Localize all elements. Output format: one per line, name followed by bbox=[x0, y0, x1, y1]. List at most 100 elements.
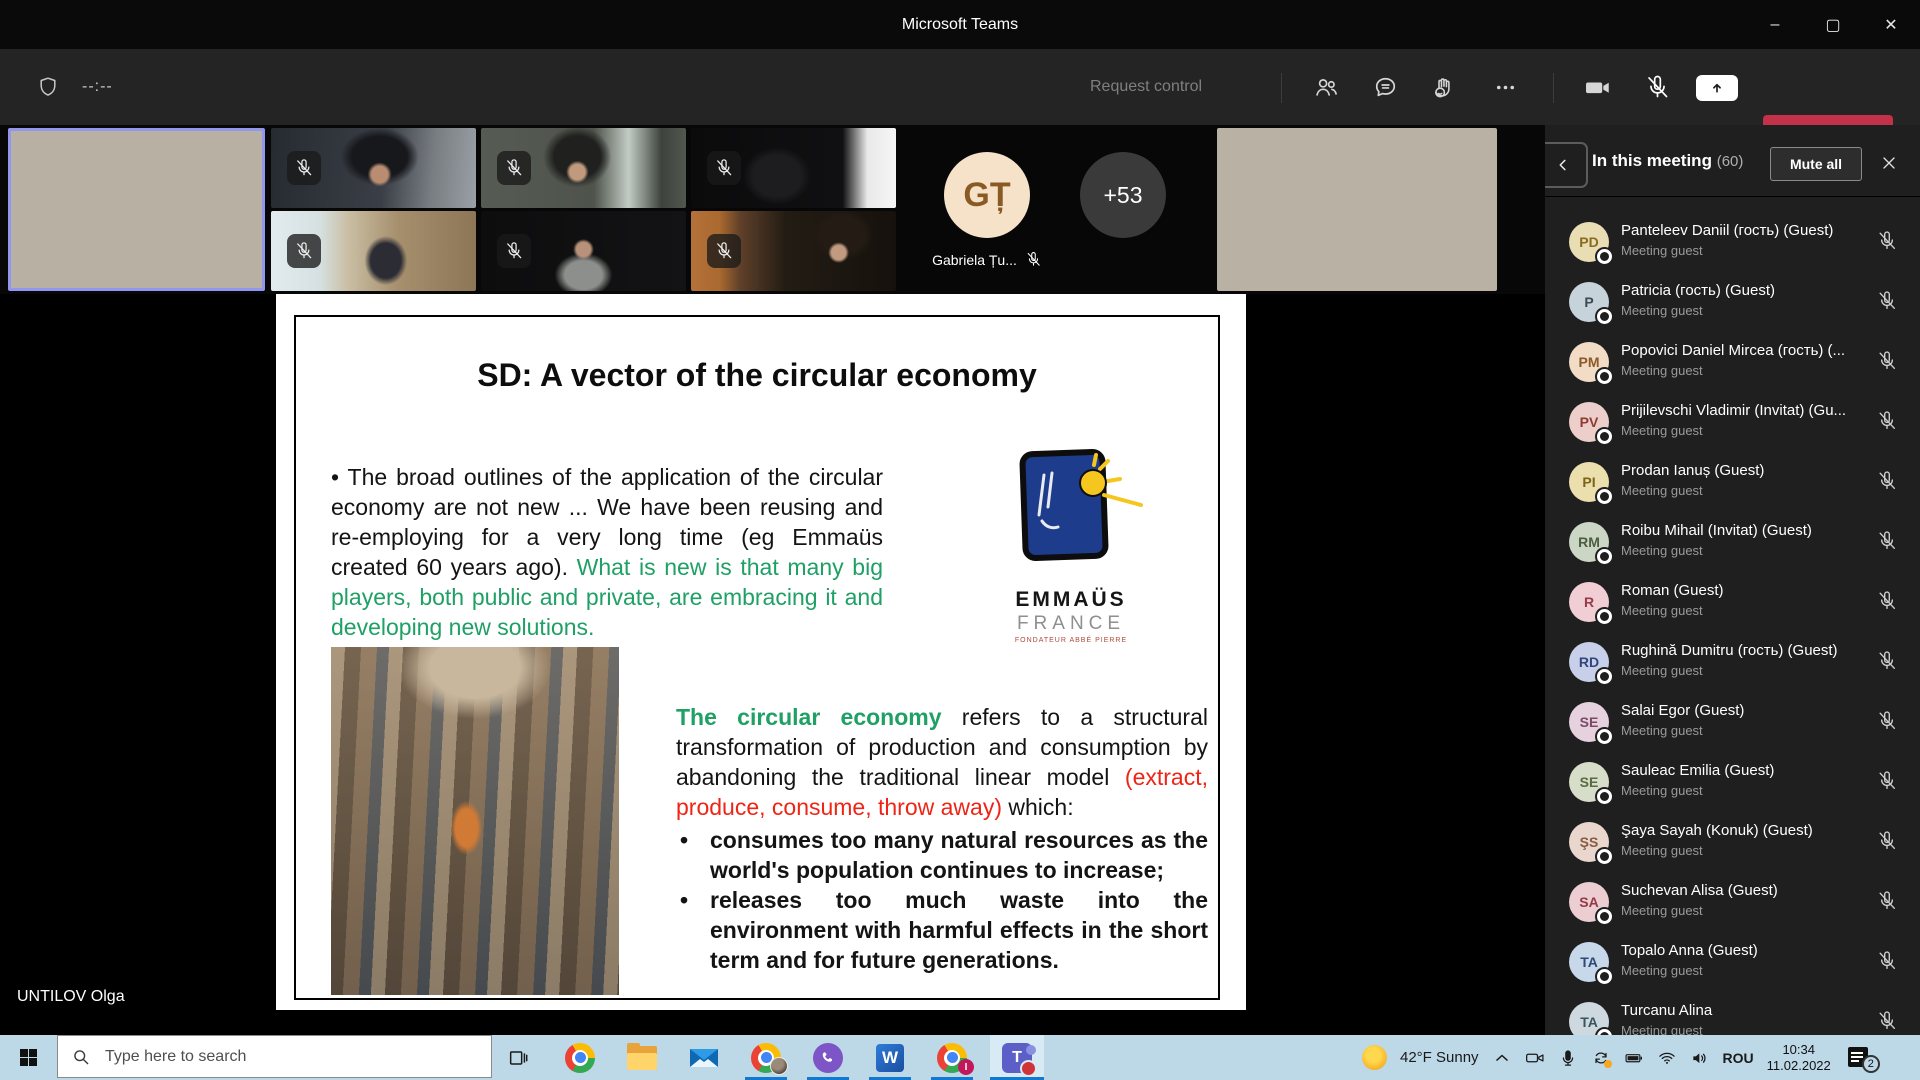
participant-muted-icon[interactable] bbox=[1876, 1010, 1898, 1032]
taskbar-search[interactable] bbox=[57, 1035, 492, 1078]
participant-row[interactable]: PI Prodan Ianuș (Guest) Meeting guest bbox=[1545, 452, 1920, 512]
weather-sun-icon[interactable] bbox=[1362, 1045, 1387, 1070]
participant-row[interactable]: P Patricia (гость) (Guest) Meeting guest bbox=[1545, 272, 1920, 332]
participant-muted-icon[interactable] bbox=[1876, 230, 1898, 252]
video-tile[interactable] bbox=[691, 128, 896, 208]
battery-icon[interactable] bbox=[1624, 1048, 1644, 1068]
tray-mic-icon[interactable] bbox=[1558, 1048, 1578, 1068]
maximize-button[interactable]: ▢ bbox=[1804, 0, 1862, 49]
video-tile[interactable] bbox=[481, 211, 686, 291]
taskbar-chrome-profile-2[interactable]: I bbox=[928, 1035, 976, 1080]
toolbar-divider bbox=[1553, 73, 1554, 103]
participant-row[interactable]: SA Suchevan Alisa (Guest) Meeting guest bbox=[1545, 872, 1920, 932]
overflow-participants-badge[interactable]: +53 bbox=[1080, 152, 1166, 238]
participant-name: Roman (Guest) bbox=[1621, 582, 1871, 599]
participant-role: Meeting guest bbox=[1621, 363, 1703, 378]
participant-muted-icon[interactable] bbox=[1876, 770, 1898, 792]
participant-muted-icon[interactable] bbox=[1876, 410, 1898, 432]
video-tile[interactable] bbox=[271, 211, 476, 291]
participant-role: Meeting guest bbox=[1621, 543, 1703, 558]
show-chat-button[interactable] bbox=[1361, 63, 1409, 111]
presenter-name-label: UNTILOV Olga bbox=[17, 988, 125, 1006]
video-tile[interactable] bbox=[271, 128, 476, 208]
participant-row[interactable]: TA Topalo Anna (Guest) Meeting guest bbox=[1545, 932, 1920, 992]
logo-country: FRANCE bbox=[996, 613, 1146, 635]
participant-row[interactable]: SE Sauleac Emilia (Guest) Meeting guest bbox=[1545, 752, 1920, 812]
action-center-button[interactable]: 2 bbox=[1848, 1047, 1874, 1069]
slide-bullet: releases too much waste into the environ… bbox=[676, 885, 1208, 975]
close-panel-button[interactable] bbox=[1875, 149, 1903, 177]
tray-camera-icon[interactable] bbox=[1525, 1048, 1545, 1068]
taskbar-chrome[interactable] bbox=[556, 1035, 604, 1080]
participant-muted-icon[interactable] bbox=[1876, 530, 1898, 552]
video-tile-active-speaker[interactable] bbox=[8, 128, 265, 291]
slide-text-segment: The circular economy bbox=[676, 704, 942, 730]
participant-muted-icon[interactable] bbox=[1876, 350, 1898, 372]
mic-off-icon bbox=[1644, 74, 1671, 101]
taskbar-viber[interactable] bbox=[804, 1035, 852, 1080]
participant-name: Popovici Daniel Mircea (гость) (... bbox=[1621, 342, 1871, 359]
slide-paragraph-1: • The broad outlines of the application … bbox=[331, 462, 883, 642]
participant-row[interactable]: RD Rughină Dumitru (гость) (Guest) Meeti… bbox=[1545, 632, 1920, 692]
request-control-button[interactable]: Request control bbox=[1090, 49, 1202, 125]
participant-name: Şaya Sayah (Konuk) (Guest) bbox=[1621, 822, 1871, 839]
avatar[interactable]: GȚ bbox=[944, 152, 1030, 238]
participant-muted-icon[interactable] bbox=[1876, 590, 1898, 612]
weather-label[interactable]: 42°F Sunny bbox=[1400, 1049, 1479, 1066]
slide-title: SD: A vector of the circular economy bbox=[296, 357, 1218, 394]
participant-row[interactable]: R Roman (Guest) Meeting guest bbox=[1545, 572, 1920, 632]
presence-indicator bbox=[1597, 309, 1612, 324]
slide-bullet: consumes too many natural resources as t… bbox=[676, 825, 1208, 885]
participant-name: Prijilevschi Vladimir (Invitat) (Gu... bbox=[1621, 402, 1871, 419]
start-button[interactable] bbox=[0, 1035, 57, 1080]
participant-muted-icon[interactable] bbox=[1876, 710, 1898, 732]
avatar: PV bbox=[1569, 402, 1609, 442]
presence-indicator bbox=[1597, 729, 1612, 744]
participant-muted-icon[interactable] bbox=[1876, 470, 1898, 492]
show-hidden-icons-button[interactable] bbox=[1492, 1048, 1512, 1068]
ellipsis-icon bbox=[1492, 74, 1519, 101]
taskbar-file-explorer[interactable] bbox=[618, 1035, 666, 1080]
participant-row[interactable]: RM Roibu Mihail (Invitat) (Guest) Meetin… bbox=[1545, 512, 1920, 572]
tray-sync-icon[interactable] bbox=[1591, 1048, 1611, 1068]
viber-icon bbox=[813, 1043, 843, 1073]
people-icon bbox=[1313, 74, 1340, 101]
video-tile[interactable] bbox=[481, 128, 686, 208]
collapse-panel-button[interactable] bbox=[1545, 142, 1588, 188]
speaker-icon[interactable] bbox=[1690, 1048, 1710, 1068]
chat-icon bbox=[1372, 74, 1399, 101]
taskbar-teams-active[interactable]: T bbox=[990, 1035, 1044, 1080]
task-view-button[interactable] bbox=[494, 1035, 542, 1080]
participant-muted-icon[interactable] bbox=[1876, 890, 1898, 912]
clock[interactable]: 10:34 11.02.2022 bbox=[1767, 1042, 1831, 1074]
search-input[interactable] bbox=[103, 1047, 437, 1067]
video-tile[interactable] bbox=[1217, 128, 1497, 291]
participant-muted-icon[interactable] bbox=[1876, 830, 1898, 852]
participant-row[interactable]: PM Popovici Daniel Mircea (гость) (... M… bbox=[1545, 332, 1920, 392]
taskbar-mail[interactable] bbox=[680, 1035, 728, 1080]
mute-all-button[interactable]: Mute all bbox=[1770, 147, 1862, 181]
video-tile[interactable] bbox=[691, 211, 896, 291]
participant-row[interactable]: TA Turcanu Alina Meeting guest bbox=[1545, 992, 1920, 1035]
mic-toggle-button[interactable] bbox=[1633, 63, 1681, 111]
participant-muted-icon[interactable] bbox=[1876, 290, 1898, 312]
participant-row[interactable]: ŞS Şaya Sayah (Konuk) (Guest) Meeting gu… bbox=[1545, 812, 1920, 872]
participant-muted-icon[interactable] bbox=[1876, 650, 1898, 672]
participant-row[interactable]: PD Panteleev Daniil (гость) (Guest) Meet… bbox=[1545, 212, 1920, 272]
participant-row[interactable]: PV Prijilevschi Vladimir (Invitat) (Gu..… bbox=[1545, 392, 1920, 452]
participant-row[interactable]: SE Salai Egor (Guest) Meeting guest bbox=[1545, 692, 1920, 752]
reactions-button[interactable] bbox=[1419, 63, 1467, 111]
show-participants-button[interactable] bbox=[1302, 63, 1350, 111]
wifi-icon[interactable] bbox=[1657, 1048, 1677, 1068]
language-indicator[interactable]: ROU bbox=[1723, 1050, 1754, 1066]
share-tray-button[interactable] bbox=[1696, 75, 1738, 101]
taskbar-chrome-profile[interactable] bbox=[742, 1035, 790, 1080]
minimize-button[interactable]: – bbox=[1746, 0, 1804, 49]
participant-muted-icon[interactable] bbox=[1876, 950, 1898, 972]
camera-toggle-button[interactable] bbox=[1574, 63, 1622, 111]
close-button[interactable]: ✕ bbox=[1862, 0, 1920, 49]
word-icon: W bbox=[876, 1044, 904, 1072]
avatar: R bbox=[1569, 582, 1609, 622]
taskbar-word[interactable]: W bbox=[866, 1035, 914, 1080]
more-actions-button[interactable] bbox=[1481, 63, 1529, 111]
